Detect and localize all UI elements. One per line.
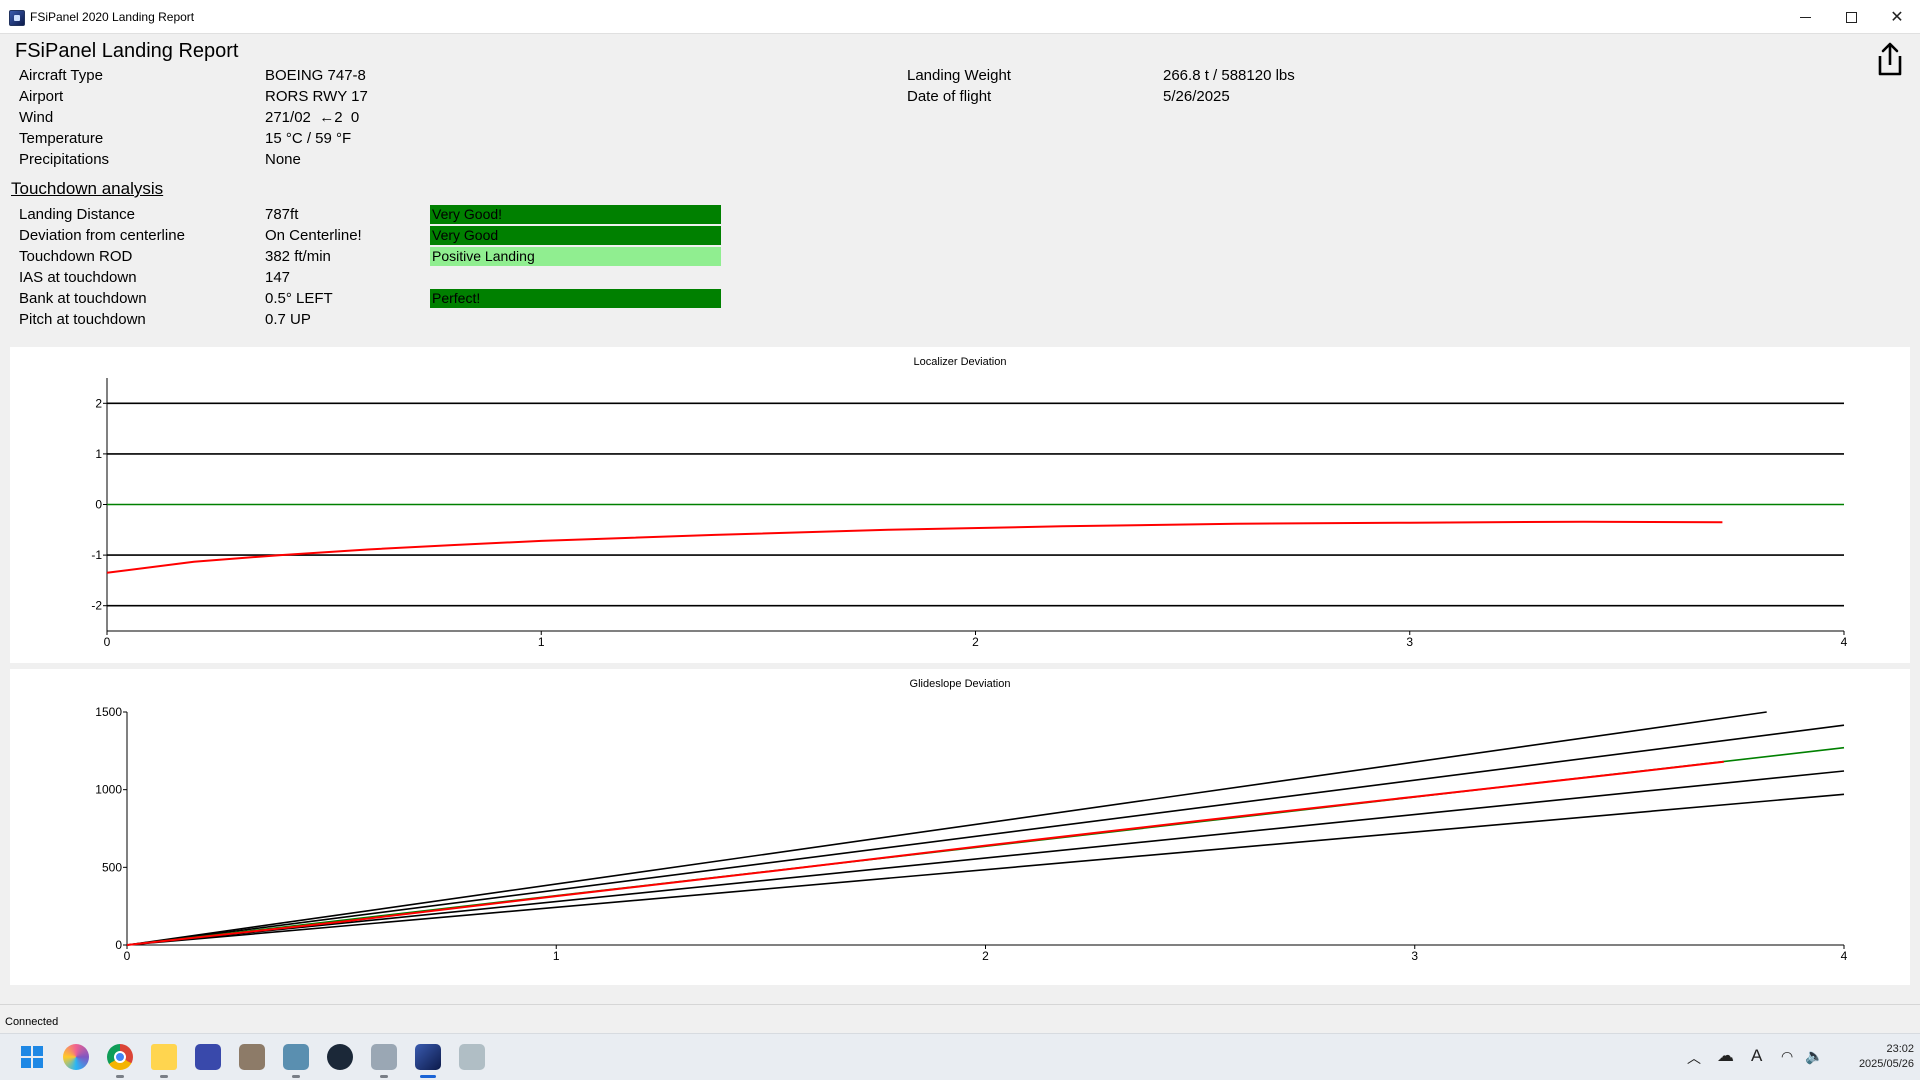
file-explorer-icon[interactable] <box>151 1044 177 1070</box>
clock-time: 23:02 <box>1886 1043 1914 1055</box>
pitch-touchdown-value: 0.7 UP <box>265 311 311 328</box>
touchdown-analysis-title: Touchdown analysis <box>11 179 164 198</box>
airport-value: RORS RWY 17 <box>265 88 368 105</box>
explorer-running-indicator <box>160 1075 168 1078</box>
x-tick-label: 2 <box>982 949 989 963</box>
airport-editor-running-indicator <box>292 1075 300 1078</box>
temperature-label: Temperature <box>19 130 104 147</box>
gimp-icon[interactable] <box>239 1044 265 1070</box>
bank-touchdown-rating: Perfect! <box>430 289 721 308</box>
x-tick-label: 3 <box>1411 949 1418 963</box>
date-of-flight-value: 5/26/2025 <box>1163 88 1230 105</box>
report-tool-icon[interactable] <box>459 1044 485 1070</box>
landing-distance-rating: Very Good! <box>430 205 721 224</box>
wind-value: 271/02 ←2 0 <box>265 109 360 126</box>
precipitations-value: None <box>265 151 301 168</box>
landing-weight-label: Landing Weight <box>907 67 1011 84</box>
x-tick-label: 1 <box>538 635 545 649</box>
date-of-flight-label: Date of flight <box>907 88 992 105</box>
airport-label: Airport <box>19 88 64 105</box>
y-tick-label: 1500 <box>95 705 122 719</box>
localizer-chart: 0 1 2 3 4 2 1 0 -1 -2 <box>91 378 1848 649</box>
window-title: FSiPanel 2020 Landing Report <box>30 10 195 24</box>
bank-touchdown-label: Bank at touchdown <box>19 290 147 307</box>
x-tick-label: 4 <box>1841 949 1848 963</box>
centerline-deviation-value: On Centerline! <box>265 227 362 244</box>
touchdown-rod-value: 382 ft/min <box>265 248 331 265</box>
touchdown-rod-label: Touchdown ROD <box>19 248 133 265</box>
wind-label: Wind <box>19 109 54 126</box>
y-tick-label: 2 <box>95 396 102 410</box>
series-line-1 <box>126 724 1845 946</box>
centerline-deviation-label: Deviation from centerline <box>19 227 185 244</box>
glideslope-chart: 0 1 2 3 4 1500 1000 500 0 <box>95 705 1848 963</box>
maximize-icon <box>1845 11 1857 23</box>
localizer-chart-panel: Localizer Deviation 0 1 2 3 4 2 1 0 -1 -2 <box>10 347 1910 663</box>
precipitations-label: Precipitations <box>19 151 110 168</box>
clock-date: 2025/05/26 <box>1858 1058 1914 1070</box>
volume-icon[interactable]: 🔈 <box>1805 1047 1824 1065</box>
y-tick-label: 500 <box>102 860 122 874</box>
language-icon[interactable]: A <box>1751 1046 1762 1066</box>
aircraft-type-value: BOEING 747-8 <box>265 67 366 84</box>
pitch-touchdown-label: Pitch at touchdown <box>19 311 146 328</box>
landing-weight-value: 266.8 t / 588120 lbs <box>1163 67 1295 84</box>
fsipanel-active-indicator <box>420 1075 436 1078</box>
windows-start-icon[interactable] <box>19 1044 45 1070</box>
centerline-deviation-rating: Very Good <box>430 226 721 245</box>
chrome-icon[interactable] <box>107 1044 133 1070</box>
taskbar: ︿ ☁ A ◠ 🔈 23:02 2025/05/26 <box>0 1033 1920 1080</box>
series-line-5 <box>106 520 1723 574</box>
fsipanel-icon[interactable] <box>415 1044 441 1070</box>
glideslope-chart-panel: Glideslope Deviation 0 1 2 3 4 1500 1000 500 0 <box>10 669 1910 985</box>
steam-icon[interactable] <box>327 1044 353 1070</box>
y-tick-label: 1 <box>95 447 102 461</box>
flight-sim-running-indicator <box>380 1075 388 1078</box>
minimize-button[interactable] <box>1782 0 1828 34</box>
chevron-up-icon[interactable]: ︿ <box>1687 1048 1701 1068</box>
share-button[interactable] <box>1872 40 1908 78</box>
flight-sim-icon[interactable] <box>371 1044 397 1070</box>
temperature-value: 15 °C / 59 °F <box>265 130 352 147</box>
x-tick-label: 0 <box>124 949 131 963</box>
chrome-running-indicator <box>116 1075 124 1078</box>
y-tick-label: -2 <box>91 599 102 613</box>
x-tick-label: 2 <box>972 635 979 649</box>
x-tick-label: 0 <box>104 635 111 649</box>
wifi-icon[interactable]: ◠ <box>1781 1048 1793 1065</box>
airport-editor-icon[interactable] <box>283 1044 309 1070</box>
landing-distance-label: Landing Distance <box>19 206 135 223</box>
series-line-3 <box>126 770 1845 946</box>
connection-status: Connected <box>5 1016 59 1028</box>
close-icon: ✕ <box>1890 9 1904 26</box>
bank-touchdown-value: 0.5° LEFT <box>265 290 333 307</box>
cloud-icon[interactable]: ☁ <box>1717 1046 1734 1066</box>
touchdown-rod-rating: Positive Landing <box>430 247 721 266</box>
title-bar: FSiPanel 2020 Landing Report ✕ <box>0 0 1920 34</box>
close-button[interactable]: ✕ <box>1874 0 1920 34</box>
copilot-icon[interactable] <box>63 1044 89 1070</box>
x-tick-label: 3 <box>1406 635 1413 649</box>
x-tick-label: 4 <box>1841 635 1848 649</box>
ias-touchdown-label: IAS at touchdown <box>19 269 137 286</box>
y-tick-label: -1 <box>91 548 102 562</box>
y-tick-label: 0 <box>95 498 102 512</box>
landing-distance-value: 787ft <box>265 206 299 223</box>
taskbar-clock[interactable]: 23:02 2025/05/26 <box>1830 1042 1914 1072</box>
minimize-icon <box>1799 16 1811 18</box>
maximize-button[interactable] <box>1828 0 1874 34</box>
flight-tool-icon[interactable] <box>195 1044 221 1070</box>
fsipanel-app-icon <box>9 10 25 26</box>
y-tick-label: 1000 <box>95 783 122 797</box>
status-bar: Connected <box>0 1004 1920 1033</box>
report-title: FSiPanel Landing Report <box>15 40 239 62</box>
share-icon <box>1878 42 1902 76</box>
series-line-4 <box>126 793 1845 946</box>
series-line-0 <box>126 711 1767 946</box>
x-tick-label: 1 <box>553 949 560 963</box>
ias-touchdown-value: 147 <box>265 269 291 286</box>
y-tick-label: 0 <box>115 938 122 952</box>
aircraft-type-label: Aircraft Type <box>19 67 103 84</box>
